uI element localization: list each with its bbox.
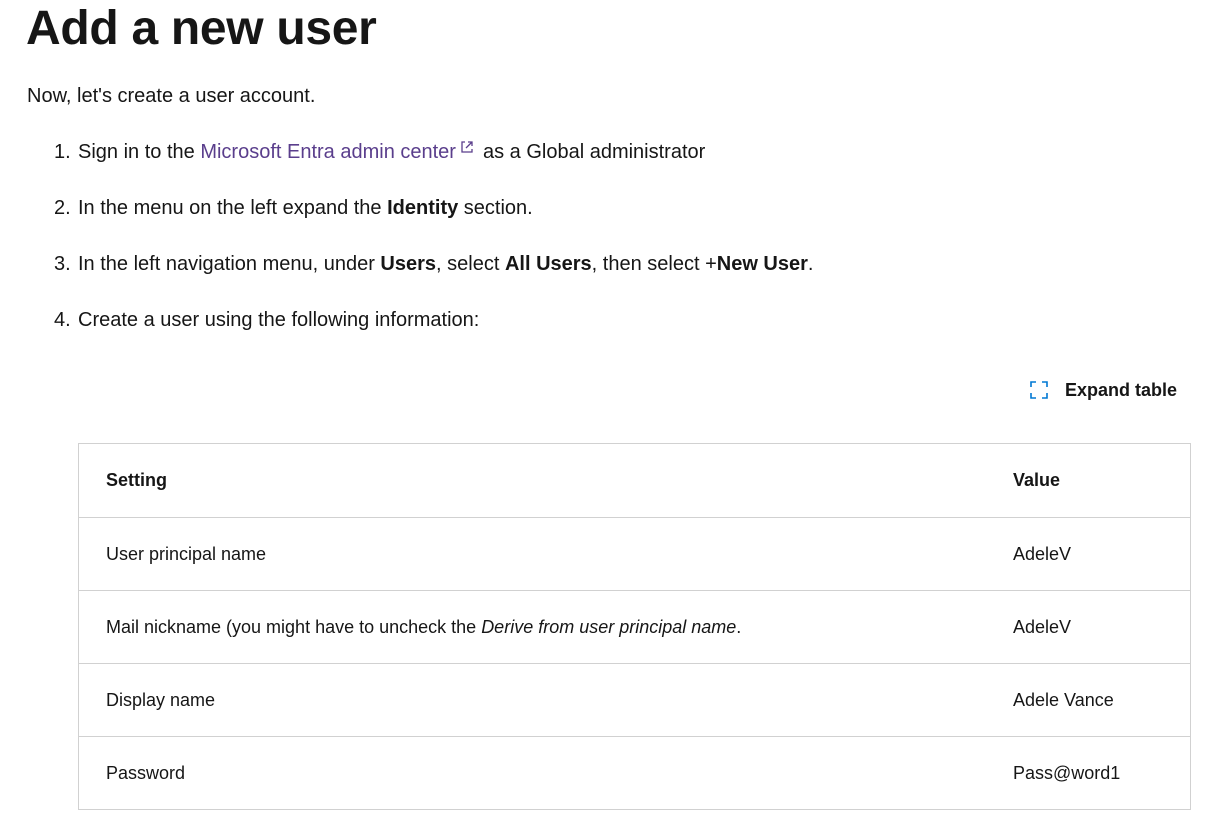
value-cell: AdeleV bbox=[986, 517, 1191, 591]
step-1: 1. Sign in to the Microsoft Entra admin … bbox=[54, 138, 813, 166]
setting-text: Mail nickname (you might have to uncheck… bbox=[106, 616, 482, 637]
step-text: , then select + bbox=[591, 253, 717, 275]
table-row: Password Pass@word1 bbox=[79, 737, 1191, 810]
column-header-value: Value bbox=[986, 443, 1191, 518]
step-2: 2. In the menu on the left expand the Id… bbox=[54, 194, 813, 222]
table-header-row: Setting Value bbox=[78, 443, 1191, 518]
step-text: In the menu on the left expand the bbox=[78, 197, 388, 219]
setting-text: . bbox=[736, 616, 742, 637]
step-text: In the left navigation menu, under bbox=[78, 253, 381, 275]
step-text: Create a user using the following inform… bbox=[78, 309, 480, 331]
step-text: section. bbox=[458, 197, 533, 219]
link-label[interactable]: Microsoft Entra admin center bbox=[200, 141, 456, 163]
users-term: Users bbox=[380, 253, 437, 275]
expand-icon bbox=[1030, 381, 1048, 399]
step-3: 3. In the left navigation menu, under Us… bbox=[54, 250, 813, 278]
step-4: 4. Create a user using the following inf… bbox=[54, 306, 813, 334]
entra-admin-center-link[interactable]: Microsoft Entra admin center bbox=[200, 141, 483, 163]
intro-text: Now, let's create a user account. bbox=[27, 85, 316, 107]
step-number: 1. bbox=[54, 141, 71, 163]
identity-term: Identity bbox=[387, 197, 459, 219]
setting-cell: User principal name bbox=[78, 517, 986, 591]
steps-list: 1. Sign in to the Microsoft Entra admin … bbox=[54, 138, 813, 362]
step-number: 3. bbox=[54, 253, 71, 275]
column-header-setting: Setting bbox=[78, 443, 986, 518]
value-cell: Pass@word1 bbox=[1013, 762, 1121, 783]
value-cell: AdeleV bbox=[986, 590, 1191, 664]
setting-italic-text: Derive from user principal name bbox=[481, 616, 737, 637]
step-number: 4. bbox=[54, 309, 71, 331]
step-text: . bbox=[807, 253, 814, 275]
table-row: Display name Adele Vance bbox=[78, 663, 1191, 737]
expand-table-button[interactable]: Expand table bbox=[1029, 376, 1177, 404]
page-title: Add a new user bbox=[26, 2, 377, 55]
table-row: User principal name AdeleV bbox=[78, 517, 1191, 591]
table-row: Mail nickname (you might have to uncheck… bbox=[78, 590, 1191, 664]
step-text: as a Global administrator bbox=[482, 141, 706, 163]
step-number: 2. bbox=[54, 197, 71, 219]
settings-table: Setting Value User principal name AdeleV… bbox=[78, 443, 1191, 810]
setting-cell: Mail nickname (you might have to uncheck… bbox=[78, 590, 986, 664]
setting-cell: Display name bbox=[78, 663, 986, 737]
step-text: Sign in to the bbox=[78, 141, 201, 163]
expand-table-label[interactable]: Expand table bbox=[1065, 380, 1177, 401]
external-link-icon bbox=[461, 141, 473, 153]
new-user-term: New User bbox=[716, 253, 808, 275]
all-users-term: All Users bbox=[504, 253, 592, 275]
step-text: , select bbox=[436, 253, 505, 275]
setting-cell: Password bbox=[106, 762, 186, 783]
value-cell: Adele Vance bbox=[986, 663, 1191, 737]
